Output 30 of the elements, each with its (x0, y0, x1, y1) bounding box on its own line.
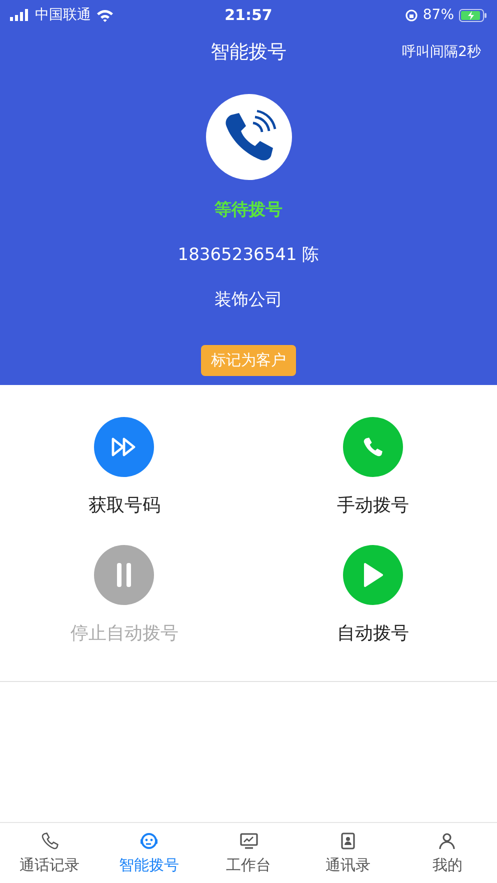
phone-number: 18365236541 陈 (178, 244, 320, 266)
tab-item[interactable]: 工作台 (198, 823, 298, 883)
action-label: 自动拨号 (336, 622, 409, 645)
rotation-lock-icon (404, 8, 418, 22)
battery-percent: 87% (422, 7, 454, 23)
action-label: 获取号码 (88, 494, 160, 517)
company-name: 装饰公司 (214, 289, 282, 311)
tab-item[interactable]: 通讯录 (298, 823, 398, 883)
screen-title: 智能拨号 (210, 40, 286, 65)
wifi-icon (96, 8, 114, 22)
action-label: 停止自动拨号 (70, 622, 178, 645)
headset-face-icon (140, 832, 158, 850)
pause-icon (116, 563, 132, 587)
fast-forward-icon (111, 437, 138, 457)
phone-icon (40, 832, 59, 850)
tab-item[interactable]: 我的 (398, 823, 497, 883)
phone-icon (362, 436, 384, 458)
play-icon (362, 563, 383, 587)
clock-time: 21:57 (224, 6, 272, 24)
action-label: 手动拨号 (336, 494, 409, 517)
tab-item[interactable]: 智能拨号 (99, 823, 199, 883)
call-status: 等待拨号 (214, 199, 282, 221)
contacts-icon (338, 832, 357, 850)
monitor-icon (240, 832, 258, 850)
signal-icon (10, 9, 30, 21)
person-icon (438, 832, 456, 850)
tab-item[interactable]: 通话记录 (0, 823, 100, 883)
carrier-name: 中国联通 (35, 6, 91, 24)
battery-icon (459, 8, 487, 22)
call-interval-button[interactable]: 呼叫间隔2秒 (402, 43, 481, 61)
